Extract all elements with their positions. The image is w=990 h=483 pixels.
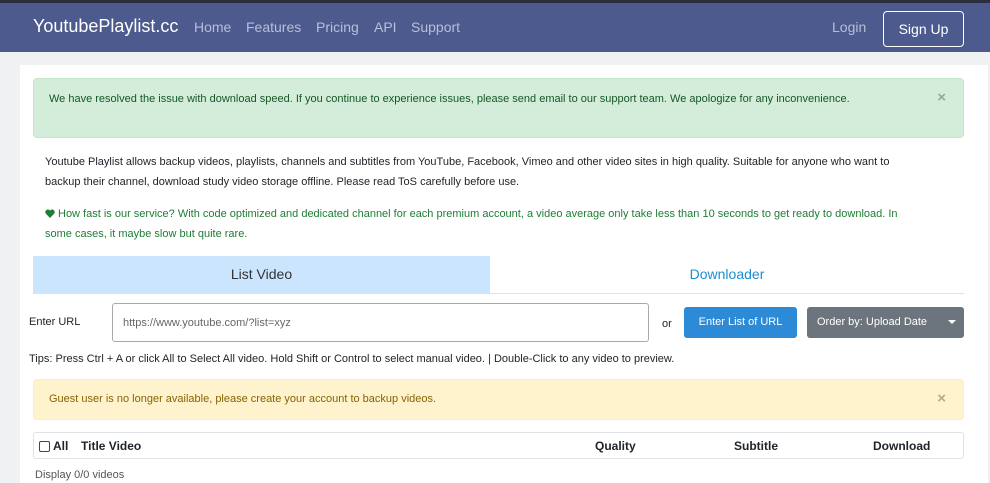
warning-alert-text: Guest user is no longer available, pleas… (49, 393, 437, 405)
tab-downloader[interactable]: Downloader (490, 256, 964, 293)
col-quality: Quality (595, 439, 636, 453)
speed-info-text: How fast is our service? With code optim… (45, 208, 898, 240)
col-title-video: Title Video (81, 439, 142, 453)
close-icon[interactable]: × (937, 390, 946, 407)
nav-link-home[interactable]: Home (194, 19, 231, 35)
nav-link-pricing[interactable]: Pricing (316, 19, 359, 35)
col-all[interactable]: All (53, 439, 68, 453)
caret-down-icon (948, 320, 956, 324)
success-alert: We have resolved the issue with download… (33, 78, 964, 138)
col-subtitle: Subtitle (734, 439, 778, 453)
success-alert-text: We have resolved the issue with download… (49, 93, 850, 105)
url-label: Enter URL (29, 316, 81, 328)
brand-logo[interactable]: YoutubePlaylist.cc (33, 16, 178, 37)
order-by-dropdown[interactable]: Order by: Upload Date (807, 307, 964, 338)
tips-text: Tips: Press Ctrl + A or click All to Sel… (29, 353, 675, 365)
speed-info: How fast is our service? With code optim… (45, 204, 925, 244)
video-table-header: All Title Video Quality Subtitle Downloa… (33, 432, 964, 459)
enter-list-button[interactable]: Enter List of URL (684, 307, 797, 338)
signup-button[interactable]: Sign Up (883, 11, 964, 47)
col-download: Download (873, 439, 931, 453)
select-all-checkbox[interactable] (39, 441, 50, 452)
login-link[interactable]: Login (832, 19, 866, 35)
intro-text: Youtube Playlist allows backup videos, p… (45, 156, 890, 188)
or-separator: or (662, 318, 672, 330)
nav-link-api[interactable]: API (374, 19, 397, 35)
top-navbar: YoutubePlaylist.cc Home Features Pricing… (0, 0, 990, 52)
nav-link-support[interactable]: Support (411, 19, 460, 35)
tab-divider (33, 293, 964, 294)
close-icon[interactable]: × (937, 88, 946, 107)
tab-list-video[interactable]: List Video (33, 256, 490, 293)
heart-icon (45, 209, 55, 218)
warning-alert: Guest user is no longer available, pleas… (33, 379, 964, 420)
display-count: Display 0/0 videos (35, 469, 125, 481)
order-by-label: Order by: Upload Date (817, 316, 928, 328)
nav-link-features[interactable]: Features (246, 19, 301, 35)
url-input[interactable] (112, 303, 649, 342)
